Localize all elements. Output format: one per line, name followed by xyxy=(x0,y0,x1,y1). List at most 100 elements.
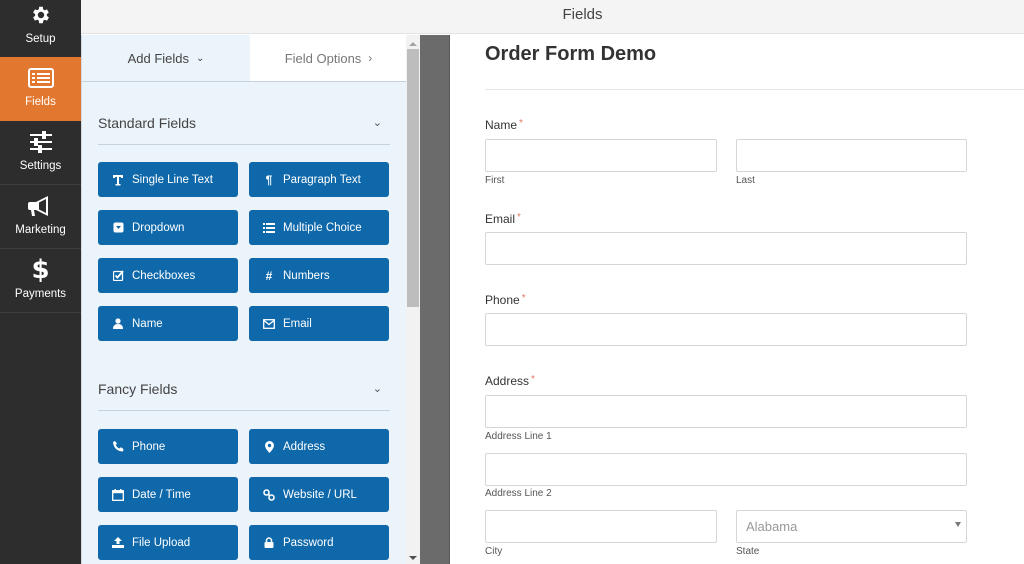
button-label: File Upload xyxy=(132,536,191,549)
top-bar: Fields xyxy=(81,0,1024,34)
panel-tabs: Add Fields ⌄ Field Options › xyxy=(82,35,407,82)
panel-scrollbar[interactable] xyxy=(406,35,420,564)
nav-label: Settings xyxy=(19,160,62,172)
button-label: Phone xyxy=(132,440,166,453)
add-name-button[interactable]: Name xyxy=(98,306,238,341)
add-single-line-text-button[interactable]: Single Line Text xyxy=(98,162,238,197)
name-field-label: Name * xyxy=(485,118,523,132)
address-line2-sublabel: Address Line 2 xyxy=(485,488,552,499)
fancy-fields-header[interactable]: Fancy Fields ⌄ xyxy=(98,367,390,411)
nav-item-setup[interactable]: Setup xyxy=(0,0,81,64)
section-title: Standard Fields xyxy=(98,114,197,131)
button-label: Dropdown xyxy=(132,221,185,234)
link-icon xyxy=(263,488,275,501)
nav-label: Fields xyxy=(25,96,56,108)
section-title: Fancy Fields xyxy=(98,380,178,397)
add-password-button[interactable]: Password xyxy=(249,525,389,560)
button-label: Paragraph Text xyxy=(283,173,361,186)
add-date-time-button[interactable]: Date / Time xyxy=(98,477,238,512)
city-input[interactable] xyxy=(485,510,717,543)
tab-label: Field Options xyxy=(284,50,362,66)
phone-icon xyxy=(112,441,124,453)
add-phone-button[interactable]: Phone xyxy=(98,429,238,464)
megaphone-icon xyxy=(0,193,81,219)
nav-label: Marketing xyxy=(15,224,66,236)
fields-panel: Add Fields ⌄ Field Options › Standard Fi… xyxy=(81,35,407,564)
required-marker: * xyxy=(517,212,521,223)
add-checkboxes-button[interactable]: Checkboxes xyxy=(98,258,238,293)
panel-divider xyxy=(420,35,450,564)
first-name-input[interactable] xyxy=(485,139,717,172)
paragraph-icon: ¶ xyxy=(265,172,273,187)
required-marker: * xyxy=(519,118,523,129)
button-label: Name xyxy=(132,317,163,330)
page-title: Fields xyxy=(562,6,603,23)
first-name-sublabel: First xyxy=(485,175,505,186)
user-icon xyxy=(112,318,124,330)
last-name-input[interactable] xyxy=(736,139,967,172)
chevron-down-icon: ⌄ xyxy=(372,383,382,395)
nav-label: Setup xyxy=(25,33,56,45)
required-marker: * xyxy=(521,293,526,304)
tab-add-fields[interactable]: Add Fields ⌄ xyxy=(82,35,250,81)
address-line2-input[interactable] xyxy=(485,453,967,486)
add-website-url-button[interactable]: Website / URL xyxy=(249,477,389,512)
button-label: Single Line Text xyxy=(132,173,213,186)
phone-input[interactable] xyxy=(485,313,967,346)
nav-item-payments[interactable]: $ Payments xyxy=(0,249,81,313)
add-multiple-choice-button[interactable]: Multiple Choice xyxy=(249,210,389,245)
add-numbers-button[interactable]: # Numbers xyxy=(249,258,389,293)
tab-field-options[interactable]: Field Options › xyxy=(250,35,407,81)
add-file-upload-button[interactable]: File Upload xyxy=(98,525,238,560)
caret-down-icon xyxy=(955,522,961,527)
address-line1-input[interactable] xyxy=(485,395,967,428)
email-input[interactable] xyxy=(485,232,967,265)
tab-label: Add Fields xyxy=(127,50,190,66)
nav-item-settings[interactable]: Settings xyxy=(0,121,81,185)
button-label: Numbers xyxy=(283,269,330,282)
address-line1-sublabel: Address Line 1 xyxy=(485,431,552,442)
text-icon xyxy=(112,174,124,186)
address-field-label: Address * xyxy=(485,374,535,388)
scroll-up-arrow-icon[interactable] xyxy=(409,42,417,46)
upload-icon xyxy=(112,537,124,549)
state-sublabel: State xyxy=(736,546,760,557)
state-select[interactable]: Alabama xyxy=(736,510,967,543)
scrollbar-thumb[interactable] xyxy=(407,49,419,307)
chevron-down-icon: ⌄ xyxy=(372,117,382,129)
chevron-right-icon: › xyxy=(368,51,373,65)
left-nav: Setup Fields Settings Marketing $ Paymen… xyxy=(0,0,81,564)
standard-fields-header[interactable]: Standard Fields ⌄ xyxy=(98,101,390,145)
required-marker: * xyxy=(531,374,535,385)
chevron-down-icon: ⌄ xyxy=(196,52,205,64)
scroll-down-arrow-icon[interactable] xyxy=(409,556,417,560)
button-label: Website / URL xyxy=(283,488,357,501)
add-email-button[interactable]: Email xyxy=(249,306,389,341)
state-select-value: Alabama xyxy=(746,519,798,534)
sliders-icon xyxy=(0,129,81,155)
label-text: Address xyxy=(485,374,530,388)
nav-item-fields[interactable]: Fields xyxy=(0,57,81,121)
envelope-icon xyxy=(263,318,275,330)
form-preview: Order Form Demo Name * First Last Email * … xyxy=(451,35,1024,564)
form-title: Order Form Demo xyxy=(485,43,657,65)
button-label: Password xyxy=(283,536,334,549)
add-dropdown-button[interactable]: Dropdown xyxy=(98,210,238,245)
calendar-icon xyxy=(112,488,124,501)
last-name-sublabel: Last xyxy=(736,175,755,186)
add-address-button[interactable]: Address xyxy=(249,429,389,464)
hash-icon: # xyxy=(265,268,273,283)
label-text: Name xyxy=(485,118,518,132)
checkbox-icon xyxy=(112,270,124,282)
list-icon xyxy=(263,222,275,234)
nav-item-marketing[interactable]: Marketing xyxy=(0,185,81,249)
fields-list-icon xyxy=(0,65,81,91)
button-label: Checkboxes xyxy=(132,269,196,282)
add-paragraph-text-button[interactable]: ¶ Paragraph Text xyxy=(249,162,389,197)
label-text: Phone xyxy=(485,293,520,307)
gear-icon xyxy=(0,2,81,28)
dropdown-icon xyxy=(112,222,124,234)
map-marker-icon xyxy=(263,440,275,453)
label-text: Email xyxy=(485,212,516,226)
button-label: Date / Time xyxy=(132,488,191,501)
